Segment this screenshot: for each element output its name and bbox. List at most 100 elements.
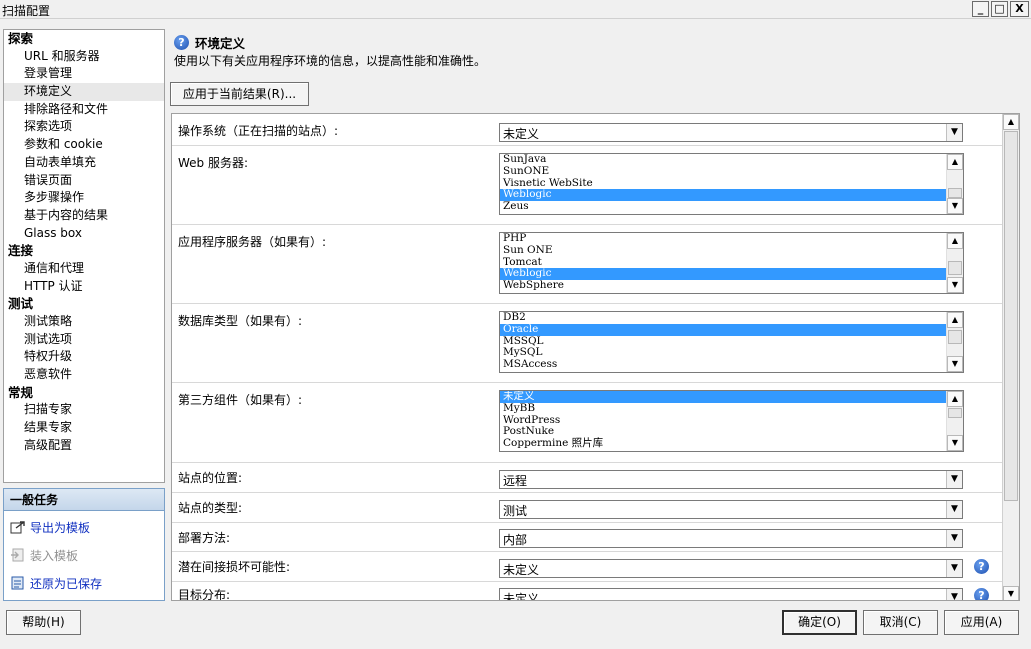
list-item[interactable]: WebSphere <box>500 279 947 292</box>
nav-item-login[interactable]: 登录管理 <box>4 65 164 83</box>
nav-item-test-policy[interactable]: 测试策略 <box>4 313 164 331</box>
nav-group-test: 测试 <box>8 296 34 312</box>
nav-item-glass-box[interactable]: Glass box <box>4 225 164 243</box>
web-server-list[interactable]: SunJava SunONE Visnetic WebSite Weblogic… <box>499 153 964 215</box>
database-scrollbar[interactable]: ▲ ▼ <box>946 312 963 372</box>
damage-value: 未定义 <box>503 563 540 577</box>
task-restore-saved[interactable]: 还原为已保存 <box>4 571 164 595</box>
export-icon <box>10 520 26 534</box>
deploy-select[interactable]: 内部 ▼ <box>499 529 963 548</box>
nav-item-params-cookies[interactable]: 参数和 cookie <box>4 136 164 154</box>
scroll-thumb[interactable] <box>948 408 962 418</box>
list-item-selected[interactable]: Oracle <box>500 323 947 336</box>
list-item[interactable]: MSSQL <box>500 335 947 348</box>
task-export-template[interactable]: 导出为模板 <box>4 515 164 539</box>
site-location-select[interactable]: 远程 ▼ <box>499 470 963 489</box>
nav-item-explore-options[interactable]: 探索选项 <box>4 118 164 136</box>
third-party-list[interactable]: 未定义 MyBB WordPress PostNuke Coppermine 照… <box>499 390 964 452</box>
scroll-thumb[interactable] <box>948 188 962 198</box>
damage-row: 潜在间接损坏可能性: 未定义 ▼ ? <box>172 552 1004 582</box>
maximize-button[interactable]: □ <box>991 1 1008 17</box>
list-item[interactable]: DB2 <box>500 312 947 324</box>
site-type-select[interactable]: 测试 ▼ <box>499 500 963 519</box>
list-item[interactable]: SunONE <box>500 165 947 178</box>
ok-button[interactable]: 确定(O) <box>782 610 857 635</box>
minimize-button[interactable]: _ <box>972 1 989 17</box>
target-value: 未定义 <box>503 592 540 601</box>
help-button[interactable]: 帮助(H) <box>6 610 81 635</box>
scroll-up-icon[interactable]: ▲ <box>947 312 963 328</box>
nav-item-environment[interactable]: 环境定义 <box>4 83 164 101</box>
list-item[interactable]: MySQL <box>500 347 947 359</box>
list-item-selected[interactable]: 未定义 <box>500 391 947 403</box>
target-label: 目标分布: <box>178 588 231 601</box>
list-item[interactable]: Zeus <box>500 200 947 213</box>
nav-item-error-pages[interactable]: 错误页面 <box>4 172 164 190</box>
nav-item-http-auth[interactable]: HTTP 认证 <box>4 278 164 296</box>
damage-help-icon[interactable]: ? <box>974 559 989 574</box>
list-item-selected[interactable]: Weblogic <box>500 268 947 281</box>
list-item[interactable]: MSAccess <box>500 358 947 371</box>
restore-icon <box>10 576 26 590</box>
target-row: 目标分布: 未定义 ▼ ? <box>172 582 1004 601</box>
close-button[interactable]: X <box>1010 1 1029 17</box>
list-item[interactable]: Coppermine 照片库 <box>500 437 947 450</box>
site-type-value: 测试 <box>503 504 528 518</box>
os-select[interactable]: 未定义 ▼ <box>499 123 963 142</box>
scroll-down-icon[interactable]: ▼ <box>947 356 963 372</box>
web-server-scrollbar[interactable]: ▲ ▼ <box>946 154 963 214</box>
nav-item-url-servers[interactable]: URL 和服务器 <box>4 48 164 66</box>
form-scrollbar[interactable]: ▲ ▼ <box>1002 114 1019 600</box>
list-item[interactable]: PHP <box>500 233 947 245</box>
scroll-down-icon[interactable]: ▼ <box>947 277 963 293</box>
database-list[interactable]: DB2 Oracle MSSQL MySQL MSAccess ▲ ▼ <box>499 311 964 373</box>
scroll-down-icon[interactable]: ▼ <box>947 435 963 451</box>
nav-item-advanced[interactable]: 高级配置 <box>4 437 164 455</box>
web-server-label: Web 服务器: <box>178 156 249 170</box>
list-item[interactable]: Sun ONE <box>500 244 947 257</box>
list-item[interactable]: Tomcat <box>500 256 947 269</box>
nav-item-result-expert[interactable]: 结果专家 <box>4 419 164 437</box>
target-help-icon[interactable]: ? <box>974 588 989 600</box>
deploy-label: 部署方法: <box>178 531 231 545</box>
nav-item-test-options[interactable]: 测试选项 <box>4 331 164 349</box>
nav-item-multistep[interactable]: 多步骤操作 <box>4 189 164 207</box>
chevron-down-icon: ▼ <box>946 124 962 141</box>
target-select[interactable]: 未定义 ▼ <box>499 588 963 601</box>
nav-tree: 探索 URL 和服务器 登录管理 环境定义 排除路径和文件 探索选项 参数和 c… <box>3 29 165 483</box>
apply-button[interactable]: 应用(A) <box>944 610 1019 635</box>
scroll-down-icon[interactable]: ▼ <box>1003 586 1019 600</box>
scroll-thumb[interactable] <box>1004 131 1018 501</box>
third-party-scrollbar[interactable]: ▲ ▼ <box>946 391 963 451</box>
list-item[interactable]: MyBB <box>500 402 947 415</box>
nav-item-privilege[interactable]: 特权升级 <box>4 348 164 366</box>
damage-select[interactable]: 未定义 ▼ <box>499 559 963 578</box>
cancel-button[interactable]: 取消(C) <box>863 610 938 635</box>
scroll-up-icon[interactable]: ▲ <box>947 391 963 407</box>
nav-item-form-fill[interactable]: 自动表单填充 <box>4 154 164 172</box>
nav-item-proxy[interactable]: 通信和代理 <box>4 260 164 278</box>
app-server-scrollbar[interactable]: ▲ ▼ <box>946 233 963 293</box>
scroll-down-icon[interactable]: ▼ <box>947 198 963 214</box>
app-server-list[interactable]: PHP Sun ONE Tomcat Weblogic WebSphere ▲ … <box>499 232 964 294</box>
list-item[interactable]: WordPress <box>500 414 947 427</box>
nav-item-exclude-paths[interactable]: 排除路径和文件 <box>4 101 164 119</box>
site-location-label: 站点的位置: <box>178 471 243 485</box>
nav-item-scan-expert[interactable]: 扫描专家 <box>4 401 164 419</box>
load-template-icon <box>10 548 26 562</box>
web-server-row: Web 服务器: SunJava SunONE Visnetic WebSite… <box>172 146 1004 225</box>
nav-item-content-results[interactable]: 基于内容的结果 <box>4 207 164 225</box>
list-item[interactable]: Visnetic WebSite <box>500 177 947 190</box>
list-item-selected[interactable]: Weblogic <box>500 189 947 202</box>
help-icon[interactable]: ? <box>174 35 189 50</box>
apply-current-results-button[interactable]: 应用于当前结果(R)... <box>170 82 309 106</box>
section-title: 环境定义 <box>195 36 246 51</box>
scroll-thumb[interactable] <box>948 261 962 275</box>
scroll-up-icon[interactable]: ▲ <box>1003 114 1019 130</box>
list-item[interactable]: SunJava <box>500 154 947 166</box>
scroll-up-icon[interactable]: ▲ <box>947 154 963 170</box>
nav-item-malware[interactable]: 恶意软件 <box>4 366 164 384</box>
scroll-up-icon[interactable]: ▲ <box>947 233 963 249</box>
scroll-thumb[interactable] <box>948 330 962 344</box>
task-load-template[interactable]: 装入模板 <box>4 543 164 567</box>
